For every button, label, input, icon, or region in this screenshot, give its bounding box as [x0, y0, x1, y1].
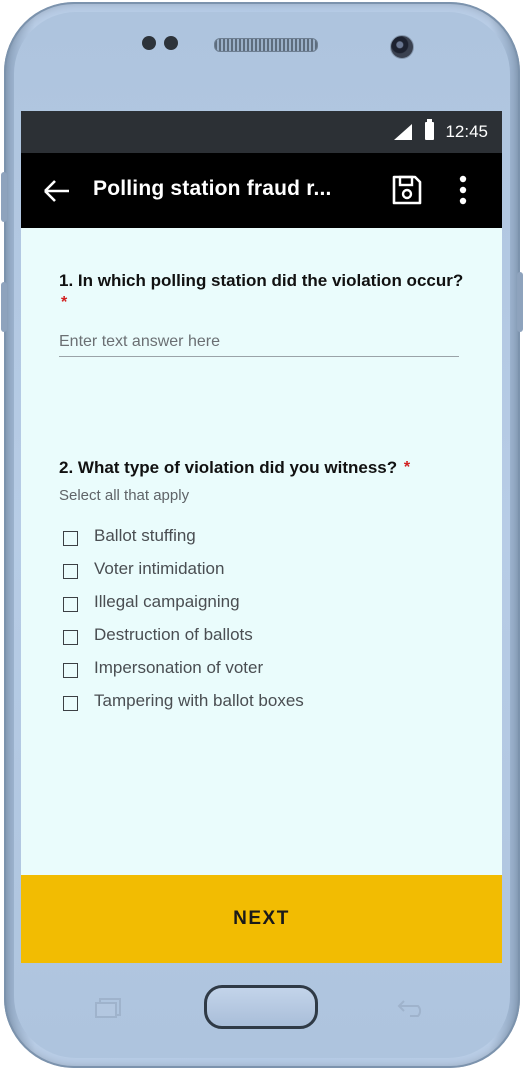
light-sensor: [164, 36, 178, 50]
question-1-text: 1. In which polling station did the viol…: [59, 271, 464, 290]
volume-button: [1, 282, 7, 332]
screen: 12:45 Polling station fraud r... 1. In w…: [21, 111, 502, 963]
option-voter-intimidation[interactable]: Voter intimidation: [59, 558, 459, 591]
power-button: [517, 272, 523, 332]
question-2: 2. What type of violation did you witnes…: [59, 457, 469, 479]
required-marker: *: [61, 294, 68, 311]
checkbox[interactable]: [63, 531, 78, 546]
checkbox[interactable]: [63, 564, 78, 579]
checkbox[interactable]: [63, 597, 78, 612]
front-camera: [390, 35, 414, 59]
checkbox[interactable]: [63, 630, 78, 645]
next-button[interactable]: NEXT: [21, 875, 502, 963]
option-label: Illegal campaigning: [94, 592, 240, 611]
earpiece-speaker: [214, 38, 318, 52]
save-icon[interactable]: [391, 174, 423, 206]
more-vertical-icon[interactable]: [457, 174, 469, 206]
option-label: Impersonation of voter: [94, 658, 264, 677]
hardware-nav: [4, 962, 520, 1062]
question-2-text: 2. What type of violation did you witnes…: [59, 458, 398, 477]
option-label: Destruction of ballots: [94, 625, 253, 644]
signal-icon: [394, 124, 412, 140]
question-1: 1. In which polling station did the viol…: [59, 270, 469, 314]
option-ballot-stuffing[interactable]: Ballot stuffing: [59, 525, 459, 558]
option-label: Tampering with ballot boxes: [94, 691, 304, 710]
arrow-left-icon[interactable]: [41, 175, 73, 207]
app-bar: Polling station fraud r...: [21, 153, 502, 228]
page-title: Polling station fraud r...: [93, 177, 332, 200]
violation-options: Ballot stuffing Voter intimidation Illeg…: [59, 525, 459, 723]
polling-station-input[interactable]: [59, 328, 459, 357]
recent-apps-icon[interactable]: [94, 997, 124, 1019]
option-label: Ballot stuffing: [94, 526, 196, 545]
volume-button: [1, 172, 7, 222]
option-illegal-campaigning[interactable]: Illegal campaigning: [59, 591, 459, 624]
status-bar: 12:45: [21, 111, 502, 153]
home-button[interactable]: [204, 985, 318, 1029]
proximity-sensor: [142, 36, 156, 50]
status-time: 12:45: [445, 122, 488, 141]
option-destruction-of-ballots[interactable]: Destruction of ballots: [59, 624, 459, 657]
back-key-icon[interactable]: [396, 997, 428, 1019]
battery-icon: [425, 119, 434, 140]
checkbox[interactable]: [63, 696, 78, 711]
option-tampering-with-ballot-boxes[interactable]: Tampering with ballot boxes: [59, 690, 459, 723]
required-marker: *: [403, 459, 411, 476]
option-impersonation-of-voter[interactable]: Impersonation of voter: [59, 657, 459, 690]
option-label: Voter intimidation: [94, 559, 225, 578]
question-2-hint: Select all that apply: [59, 487, 190, 504]
checkbox[interactable]: [63, 663, 78, 678]
